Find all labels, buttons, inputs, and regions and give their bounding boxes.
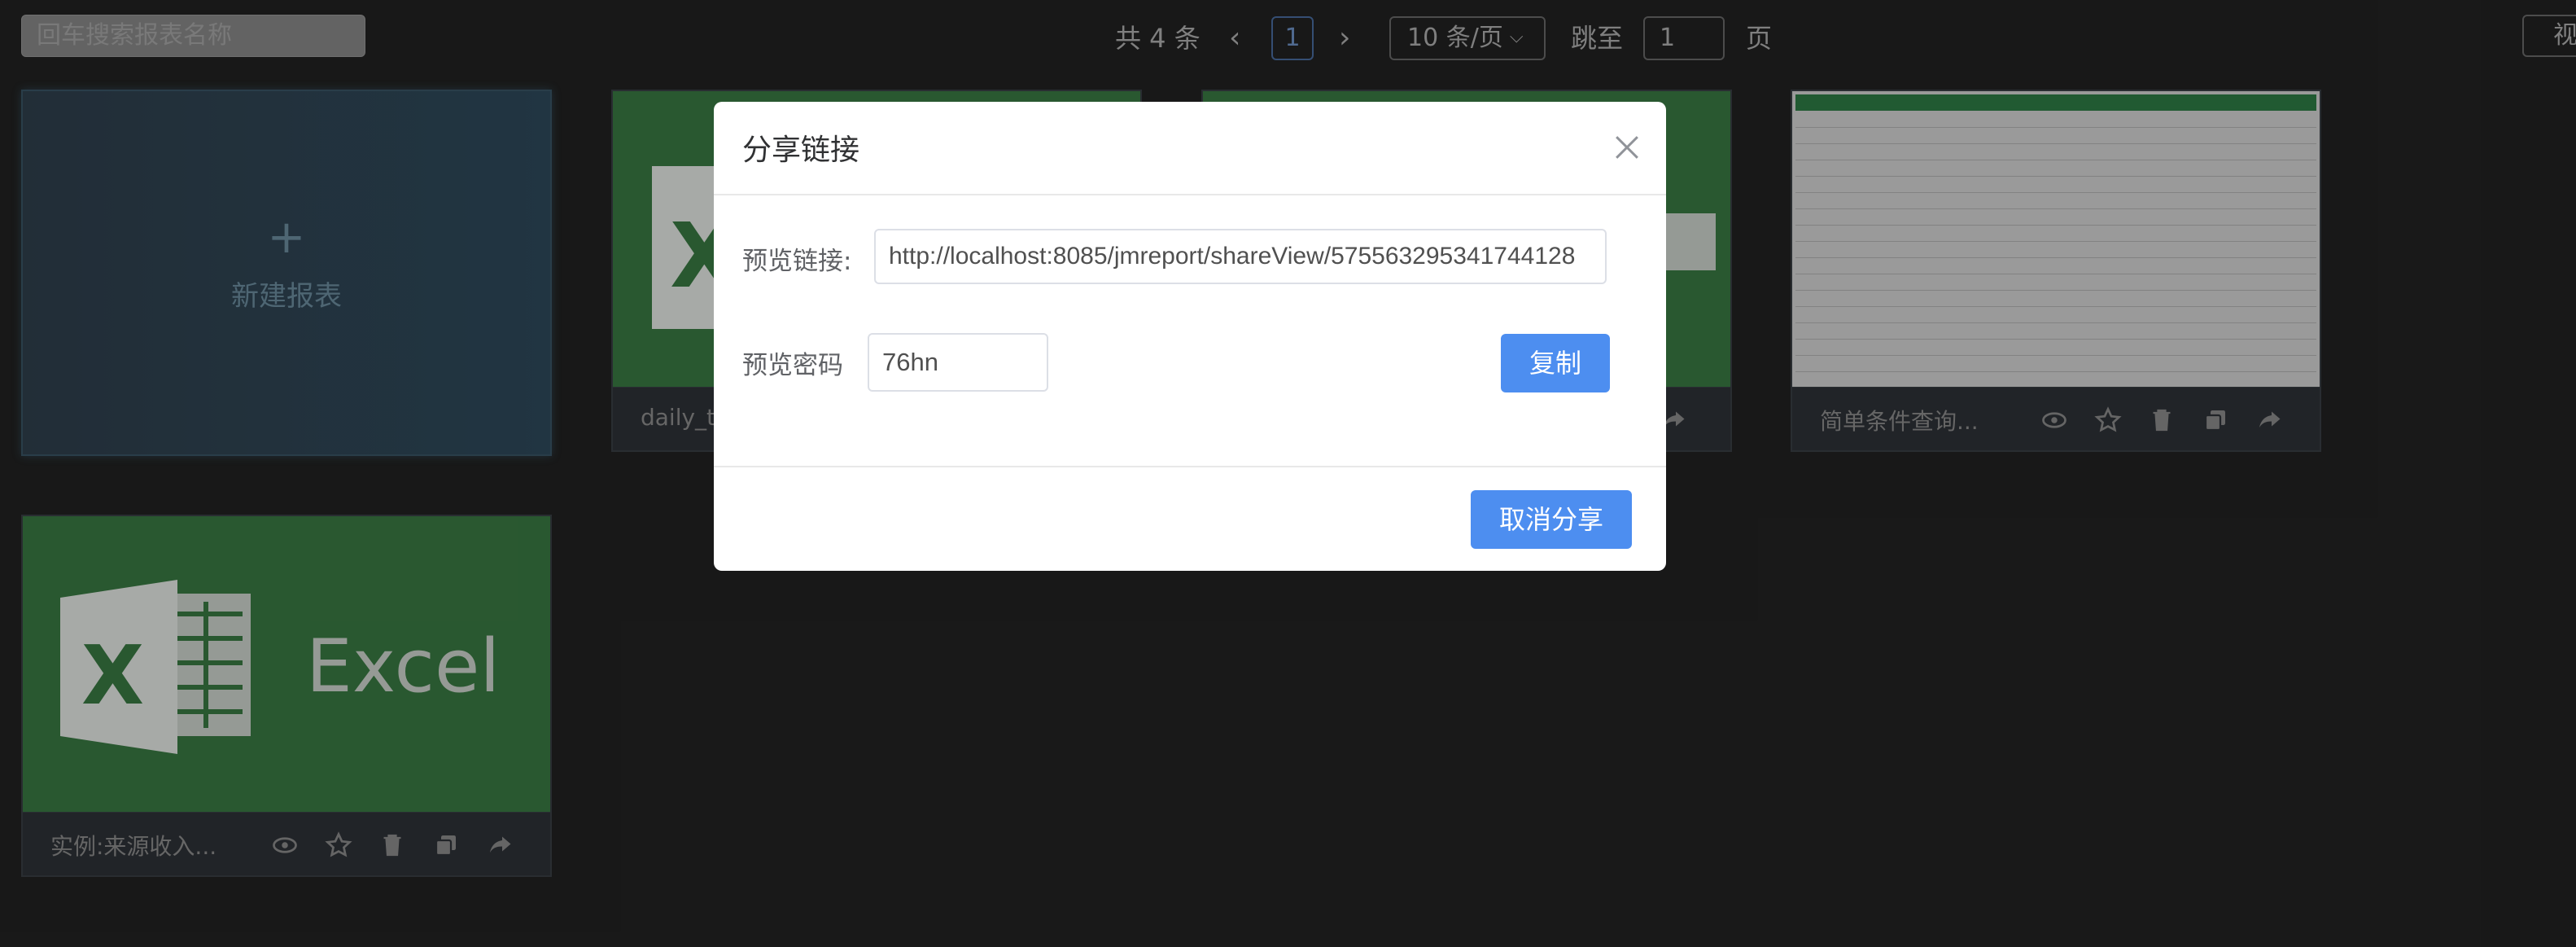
copy-button[interactable]: 复制 (1501, 334, 1610, 392)
preview-password-label: 预览密码 (742, 351, 843, 380)
cancel-share-button[interactable]: 取消分享 (1471, 490, 1632, 549)
preview-link-input[interactable]: http://localhost:8085/jmreport/shareView… (874, 229, 1607, 284)
dialog-title: 分享链接 (742, 134, 860, 167)
dialog-header-divider (714, 194, 1666, 195)
share-link-dialog: 分享链接 预览链接: http://localhost:8085/jmrepor… (714, 102, 1666, 571)
close-icon[interactable] (1609, 129, 1645, 165)
preview-link-label: 预览链接: (742, 247, 852, 276)
preview-password-input[interactable]: 76hn (868, 333, 1048, 392)
dialog-footer-divider (714, 466, 1666, 467)
